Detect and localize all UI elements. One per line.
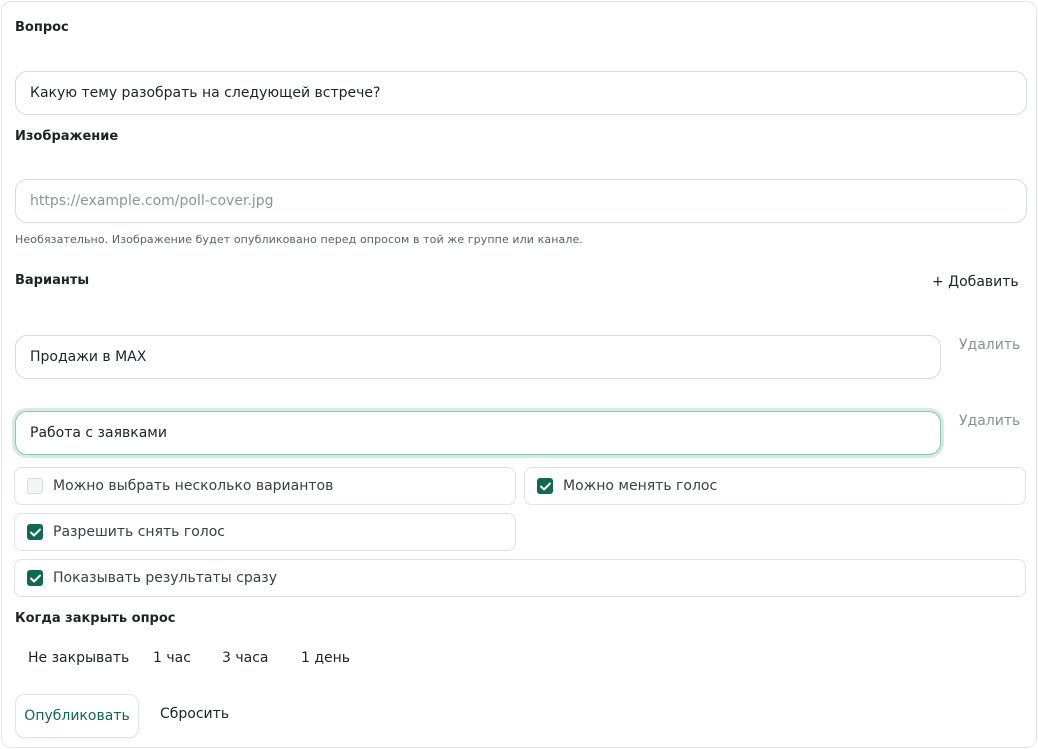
reset-button[interactable]: Сбросить: [160, 706, 229, 722]
poll-form: Вопрос Изображение Необязательно. Изобра…: [1, 1, 1037, 748]
check-icon[interactable]: [27, 524, 43, 540]
checkbox-unchecked-icon[interactable]: [27, 478, 43, 494]
multiple-choice-toggle[interactable]: Можно выбрать несколько вариантов: [14, 467, 516, 505]
option-input-1[interactable]: [15, 335, 941, 379]
add-option-button[interactable]: + Добавить: [932, 272, 1019, 292]
check-icon[interactable]: [27, 570, 43, 586]
image-url-input[interactable]: [15, 179, 1027, 223]
close-option-1h[interactable]: 1 час: [153, 650, 191, 666]
option-input-2[interactable]: [15, 411, 941, 455]
change-vote-label: Можно менять голос: [563, 478, 718, 494]
delete-option-button-2[interactable]: Удалить: [959, 413, 1020, 429]
delete-option-button-1[interactable]: Удалить: [959, 337, 1020, 353]
options-label: Варианты: [15, 273, 90, 288]
close-option-3h[interactable]: 3 часа: [222, 650, 268, 666]
retract-vote-label: Разрешить снять голос: [53, 524, 225, 540]
show-results-toggle[interactable]: Показывать результаты сразу: [14, 559, 1026, 597]
close-option-1d[interactable]: 1 день: [301, 650, 350, 666]
image-label: Изображение: [15, 129, 119, 144]
retract-vote-toggle[interactable]: Разрешить снять голос: [14, 513, 516, 551]
question-input[interactable]: [15, 71, 1027, 115]
close-poll-label: Когда закрыть опрос: [15, 611, 176, 626]
multiple-choice-label: Можно выбрать несколько вариантов: [53, 478, 334, 494]
close-option-never[interactable]: Не закрывать: [28, 650, 129, 666]
image-hint: Необязательно. Изображение будет опублик…: [15, 233, 583, 246]
publish-button[interactable]: Опубликовать: [15, 694, 139, 738]
show-results-label: Показывать результаты сразу: [53, 570, 278, 586]
question-label: Вопрос: [15, 20, 69, 35]
change-vote-toggle[interactable]: Можно менять голос: [524, 467, 1026, 505]
check-icon[interactable]: [537, 478, 553, 494]
